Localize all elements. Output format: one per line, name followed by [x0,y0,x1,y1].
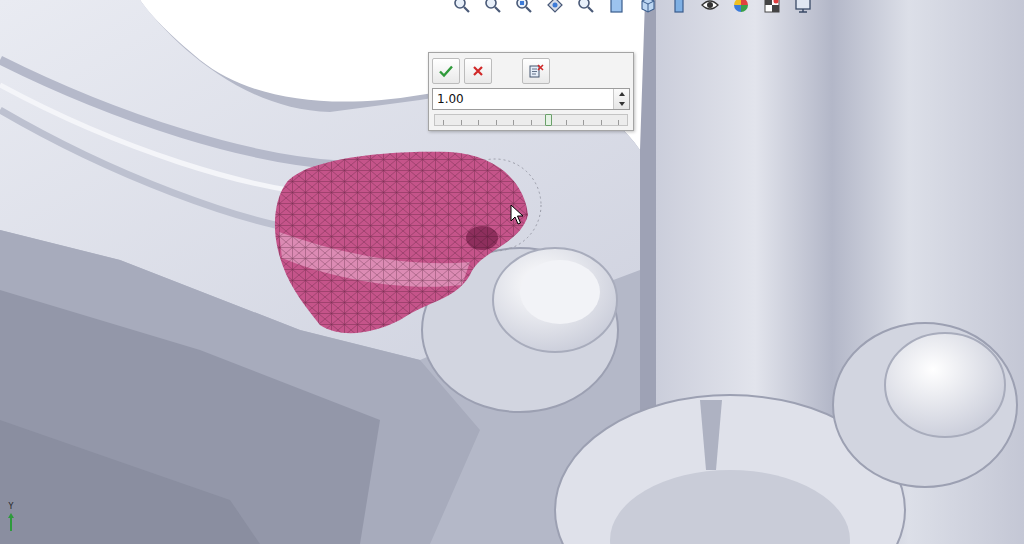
value-spinner[interactable] [613,89,629,109]
zoom-fit-icon[interactable] [514,0,534,15]
cross-icon [470,63,486,79]
smooth-dialog [428,52,634,131]
confirm-button[interactable] [432,58,460,84]
slider-tick [496,120,497,125]
eye-icon[interactable] [700,0,720,15]
slider-tick [618,120,619,125]
cancel-button[interactable] [464,58,492,84]
slider-tick [566,120,567,125]
zoom-out-icon[interactable] [483,0,503,15]
checker-icon[interactable] [762,0,782,15]
view-cube-icon[interactable] [638,0,658,15]
selected-mesh-region[interactable] [275,152,528,333]
color-map-icon[interactable] [731,0,751,15]
app-window: Y [0,0,1024,544]
view-front-icon[interactable] [607,0,627,15]
slider-tick [443,120,444,125]
value-slider[interactable] [434,114,628,126]
dialog-button-row [432,58,630,84]
slider-tick [461,120,462,125]
pan-icon[interactable] [545,0,565,15]
spin-up-icon[interactable] [614,89,629,99]
axis-arrow-icon [6,512,16,532]
axis-indicator: Y [6,503,16,532]
slider-tick [583,120,584,125]
axis-label: Y [9,503,14,511]
slider-tick [531,120,532,125]
slider-tick [601,120,602,125]
check-icon [438,63,454,79]
slider-tick [513,120,514,125]
view-toolbar [452,0,813,15]
slider-tick [478,120,479,125]
monitor-icon[interactable] [793,0,813,15]
value-input[interactable] [433,89,613,109]
zoom-in-icon[interactable] [576,0,596,15]
preview-button[interactable] [522,58,550,84]
zoom-in-icon[interactable] [452,0,472,15]
spin-down-icon[interactable] [614,99,629,109]
view-side-icon[interactable] [669,0,689,15]
slider-thumb[interactable] [545,114,552,126]
preview-icon [528,63,544,79]
value-field[interactable] [432,88,630,110]
mouse-cursor-icon [510,204,524,226]
